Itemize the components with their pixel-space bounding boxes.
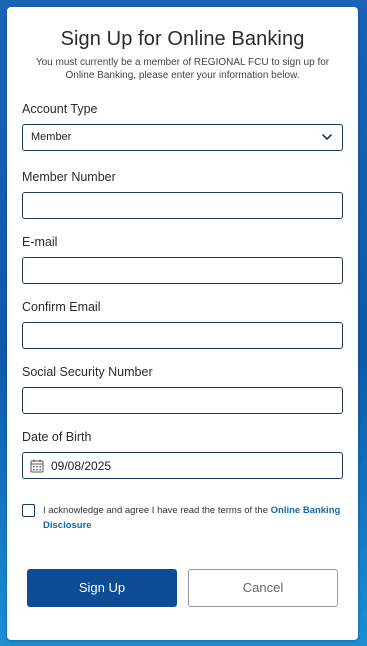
dob-label: Date of Birth [22,430,92,444]
dob-value: 09/08/2025 [51,459,112,473]
member-number-input[interactable] [22,192,343,219]
chevron-down-icon [322,134,332,140]
acknowledge-label: I acknowledge and agree I have read the … [43,505,271,516]
signup-card: Sign Up for Online Banking You must curr… [7,7,358,640]
account-type-label: Account Type [22,102,98,116]
acknowledge-text: I acknowledge and agree I have read the … [43,503,345,533]
confirm-email-label: Confirm Email [22,300,101,314]
dob-input[interactable]: 09/08/2025 [22,452,343,479]
member-number-label: Member Number [22,170,116,184]
confirm-email-input[interactable] [22,322,343,349]
acknowledge-checkbox[interactable] [22,504,35,517]
email-label: E-mail [22,235,58,249]
sign-up-button[interactable]: Sign Up [27,569,177,607]
ssn-input[interactable] [22,387,343,414]
page-title: Sign Up for Online Banking [60,28,305,50]
account-type-value: Member [31,131,72,143]
page-subtitle: You must currently be a member of REGION… [35,57,330,81]
account-type-select[interactable]: Member [22,124,343,151]
email-input[interactable] [22,257,343,284]
calendar-icon[interactable] [30,459,44,473]
ssn-label: Social Security Number [22,365,153,379]
cancel-button[interactable]: Cancel [188,569,338,607]
